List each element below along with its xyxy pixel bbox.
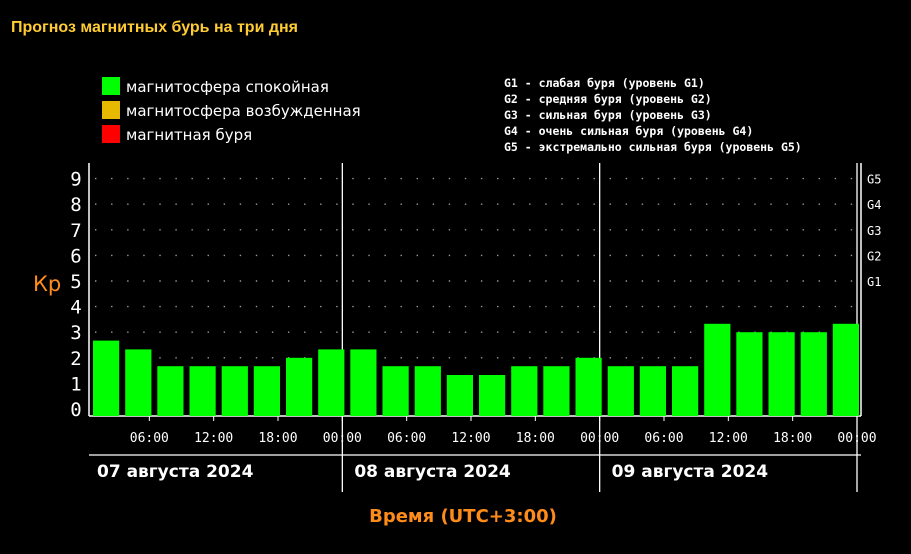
- day-label: 08 августа 2024: [354, 462, 511, 482]
- y-tick-label: 1: [70, 373, 81, 395]
- y-tick-label: 2: [70, 348, 81, 370]
- kp-bar: [543, 366, 570, 416]
- legend-label: магнитосфера спокойная: [126, 78, 329, 96]
- kp-bar: [318, 349, 345, 416]
- g-tick-label: G1: [867, 275, 881, 289]
- kp-bar: [736, 332, 763, 416]
- g-tick-label: G3: [867, 224, 881, 238]
- kp-bar: [382, 366, 409, 416]
- y-tick-label: 6: [70, 245, 81, 267]
- kp-bar: [511, 366, 538, 416]
- legend-label: магнитосфера возбужденная: [126, 102, 361, 120]
- kp-bar: [446, 375, 473, 416]
- kp-bar: [125, 349, 152, 416]
- kp-bar: [575, 357, 602, 416]
- kp-bar: [704, 323, 731, 416]
- storm-level-item: G4 - очень сильная буря (уровень G4): [504, 124, 753, 138]
- y-tick-label: 4: [70, 297, 81, 319]
- x-tick-label: 00:00: [837, 431, 876, 446]
- x-tick-label: 18:00: [516, 431, 555, 446]
- x-tick-label: 06:00: [387, 431, 426, 446]
- kp-bar: [479, 375, 506, 416]
- kp-bar: [253, 366, 280, 416]
- kp-bar: [221, 366, 248, 416]
- kp-bar: [768, 332, 795, 416]
- kp-bar: [189, 366, 216, 416]
- legend-swatch: [102, 125, 120, 143]
- storm-level-item: G1 - слабая буря (уровень G1): [504, 76, 705, 90]
- x-tick-label: 18:00: [258, 431, 297, 446]
- g-level-ticks: G1 G2 G3 G4 G5: [867, 173, 881, 289]
- day-label: 09 августа 2024: [612, 462, 769, 482]
- storm-level-item: G5 - экстремально сильная буря (уровень …: [504, 140, 802, 154]
- kp-forecast-chart: магнитосфера спокойная магнитосфера возбу…: [33, 76, 881, 527]
- y-tick-label: 9: [70, 169, 81, 191]
- bars: [93, 323, 859, 416]
- kp-bar: [350, 349, 377, 416]
- legend-swatch: [102, 77, 120, 95]
- storm-level-item: G3 - сильная буря (уровень G3): [504, 108, 712, 122]
- day-labels: 07 августа 2024 08 августа 2024 09 августа…: [97, 462, 768, 482]
- g-tick-label: G2: [867, 249, 881, 263]
- kp-bar: [414, 366, 441, 416]
- storm-level-item: G2 - средняя буря (уровень G2): [504, 92, 712, 106]
- kp-bar: [639, 366, 666, 416]
- kp-bar: [832, 323, 859, 416]
- kp-bar: [286, 357, 313, 416]
- legend: магнитосфера спокойная магнитосфера возбу…: [102, 77, 361, 144]
- kp-bar: [157, 366, 184, 416]
- kp-bar: [607, 366, 634, 416]
- x-tick-label: 00:00: [323, 431, 362, 446]
- x-axis-ticks: 06:00 12:00 18:00 00:00 06:00 12:00 18:00 00:00…: [130, 416, 877, 446]
- x-tick-label: 06:00: [130, 431, 169, 446]
- y-axis-label: Кр: [33, 272, 61, 296]
- day-label: 07 августа 2024: [97, 462, 254, 482]
- storm-level-legend: G1 - слабая буря (уровень G1) G2 - средня…: [504, 76, 802, 154]
- x-axis-label: Время (UTC+3:00): [369, 506, 557, 527]
- legend-label: магнитная буря: [126, 126, 252, 144]
- x-tick-label: 12:00: [451, 431, 490, 446]
- x-tick-label: 00:00: [580, 431, 619, 446]
- y-tick-label: 3: [70, 322, 81, 344]
- x-tick-label: 12:00: [709, 431, 748, 446]
- kp-bar: [672, 366, 699, 416]
- legend-swatch: [102, 101, 120, 119]
- y-tick-label: 8: [70, 194, 81, 216]
- g-tick-label: G4: [867, 198, 881, 212]
- y-tick-label: 5: [70, 271, 81, 293]
- y-axis-ticks: 0 1 2 3 4 5 6 7 8 9: [70, 169, 81, 421]
- x-tick-label: 06:00: [644, 431, 683, 446]
- y-tick-label: 7: [70, 220, 81, 242]
- g-tick-label: G5: [867, 173, 881, 187]
- y-tick-label: 0: [70, 399, 81, 421]
- x-tick-label: 12:00: [194, 431, 233, 446]
- kp-bar: [93, 340, 120, 416]
- x-tick-label: 18:00: [773, 431, 812, 446]
- kp-bar: [800, 332, 827, 416]
